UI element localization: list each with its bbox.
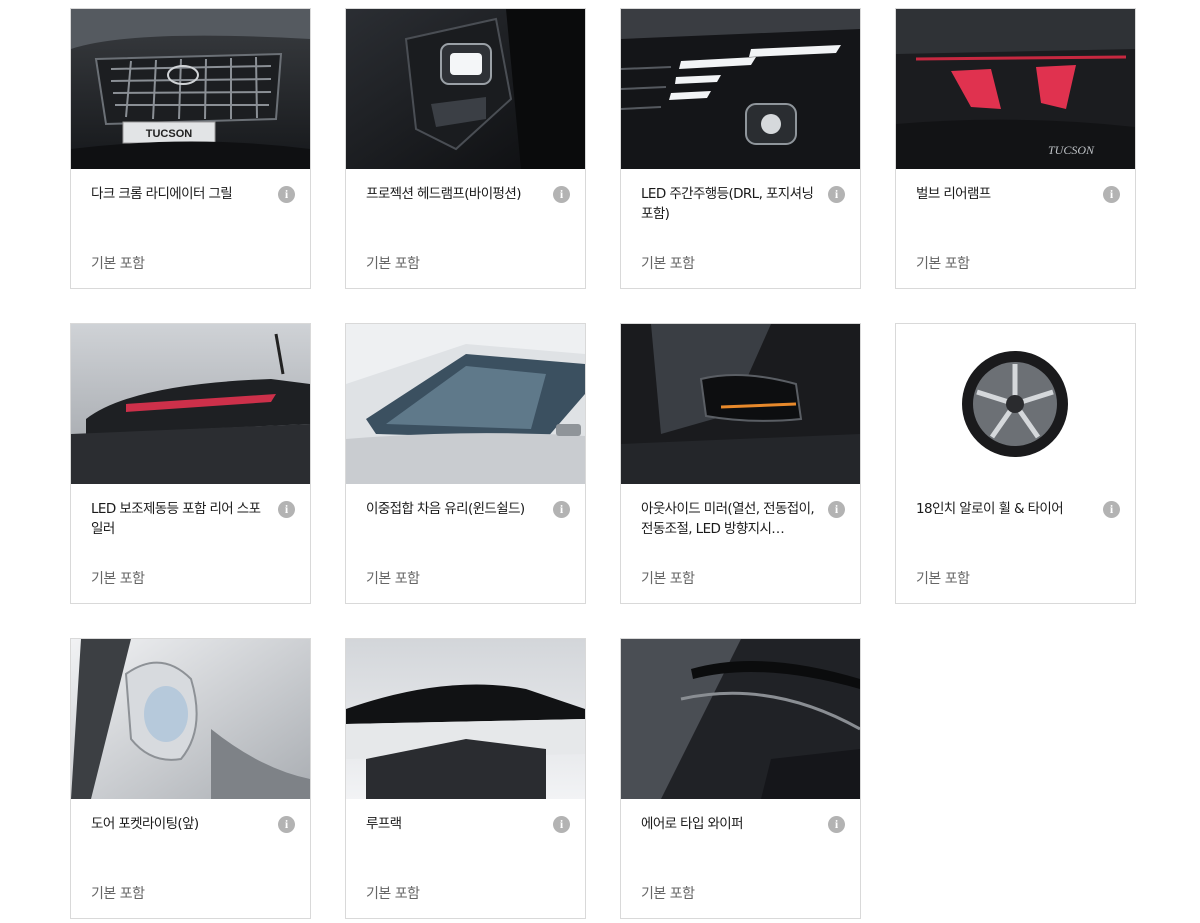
drl-image xyxy=(621,9,860,169)
option-card-roof-rack[interactable]: 루프랙 i 기본 포함 xyxy=(345,638,586,919)
option-card-wiper[interactable]: 에어로 타입 와이퍼 i 기본 포함 xyxy=(620,638,861,919)
option-card-mirror[interactable]: 아웃사이드 미러(열선, 전동접이, 전동조절, LED 방향지시… i 기본 … xyxy=(620,323,861,604)
option-status: 기본 포함 xyxy=(91,571,145,587)
option-name: 18인치 알로이 휠 & 타이어 xyxy=(916,501,1064,517)
option-name: LED 보조제동등 포함 리어 스포일러 xyxy=(91,501,261,537)
option-status: 기본 포함 xyxy=(366,886,420,902)
option-name: 다크 크롬 라디에이터 그릴 xyxy=(91,186,233,202)
option-card-windshield[interactable]: 이중접합 차음 유리(윈드쉴드) i 기본 포함 xyxy=(345,323,586,604)
option-card-headlamp[interactable]: 프로젝션 헤드램프(바이펑션) i 기본 포함 xyxy=(345,8,586,289)
option-name: 에어로 타입 와이퍼 xyxy=(641,816,744,832)
option-name: 벌브 리어램프 xyxy=(916,186,991,202)
option-name: 프로젝션 헤드램프(바이펑션) xyxy=(366,186,521,202)
info-icon[interactable]: i xyxy=(278,186,295,203)
door-pocket-image xyxy=(71,639,310,799)
option-status: 기본 포함 xyxy=(91,886,145,902)
info-icon[interactable]: i xyxy=(828,501,845,518)
option-card-rear-lamp[interactable]: TUCSON 벌브 리어램프 i 기본 포함 xyxy=(895,8,1136,289)
option-status: 기본 포함 xyxy=(641,256,695,272)
grille-plate-text: TUCSON xyxy=(146,128,193,140)
info-icon[interactable]: i xyxy=(553,816,570,833)
info-icon[interactable]: i xyxy=(278,501,295,518)
option-card-spoiler[interactable]: LED 보조제동등 포함 리어 스포일러 i 기본 포함 xyxy=(70,323,311,604)
windshield-image xyxy=(346,324,585,484)
rear-lamp-image: TUCSON xyxy=(896,9,1135,169)
grille-image: TUCSON xyxy=(71,9,310,169)
option-status: 기본 포함 xyxy=(641,886,695,902)
wheel-image xyxy=(896,324,1135,484)
info-icon[interactable]: i xyxy=(1103,501,1120,518)
option-status: 기본 포함 xyxy=(916,256,970,272)
info-icon[interactable]: i xyxy=(828,186,845,203)
info-icon[interactable]: i xyxy=(1103,186,1120,203)
option-name: 도어 포켓라이팅(앞) xyxy=(91,816,199,832)
option-status: 기본 포함 xyxy=(916,571,970,587)
option-name: 이중접합 차음 유리(윈드쉴드) xyxy=(366,501,525,517)
option-name: LED 주간주행등(DRL, 포지셔닝 포함) xyxy=(641,186,814,222)
option-name: 루프랙 xyxy=(366,816,402,832)
option-status: 기본 포함 xyxy=(366,256,420,272)
info-icon[interactable]: i xyxy=(828,816,845,833)
option-name: 아웃사이드 미러(열선, 전동접이, 전동조절, LED 방향지시… xyxy=(641,501,815,537)
option-status: 기본 포함 xyxy=(366,571,420,587)
rear-emblem-text: TUCSON xyxy=(1048,143,1095,157)
wiper-image xyxy=(621,639,860,799)
headlamp-image xyxy=(346,9,585,169)
option-card-drl[interactable]: LED 주간주행등(DRL, 포지셔닝 포함) i 기본 포함 xyxy=(620,8,861,289)
info-icon[interactable]: i xyxy=(553,501,570,518)
roof-rack-image xyxy=(346,639,585,799)
option-card-door-pocket[interactable]: 도어 포켓라이팅(앞) i 기본 포함 xyxy=(70,638,311,919)
spoiler-image xyxy=(71,324,310,484)
mirror-image xyxy=(621,324,860,484)
option-card-grille[interactable]: TUCSON 다크 크롬 라디에이터 그릴 i 기본 포함 xyxy=(70,8,311,289)
info-icon[interactable]: i xyxy=(278,816,295,833)
option-status: 기본 포함 xyxy=(641,571,695,587)
options-grid: TUCSON 다크 크롬 라디에이터 그릴 i 기본 포함 프로젝션 헤드램프(… xyxy=(70,8,1138,919)
info-icon[interactable]: i xyxy=(553,186,570,203)
option-status: 기본 포함 xyxy=(91,256,145,272)
option-card-wheel[interactable]: 18인치 알로이 휠 & 타이어 i 기본 포함 xyxy=(895,323,1136,604)
